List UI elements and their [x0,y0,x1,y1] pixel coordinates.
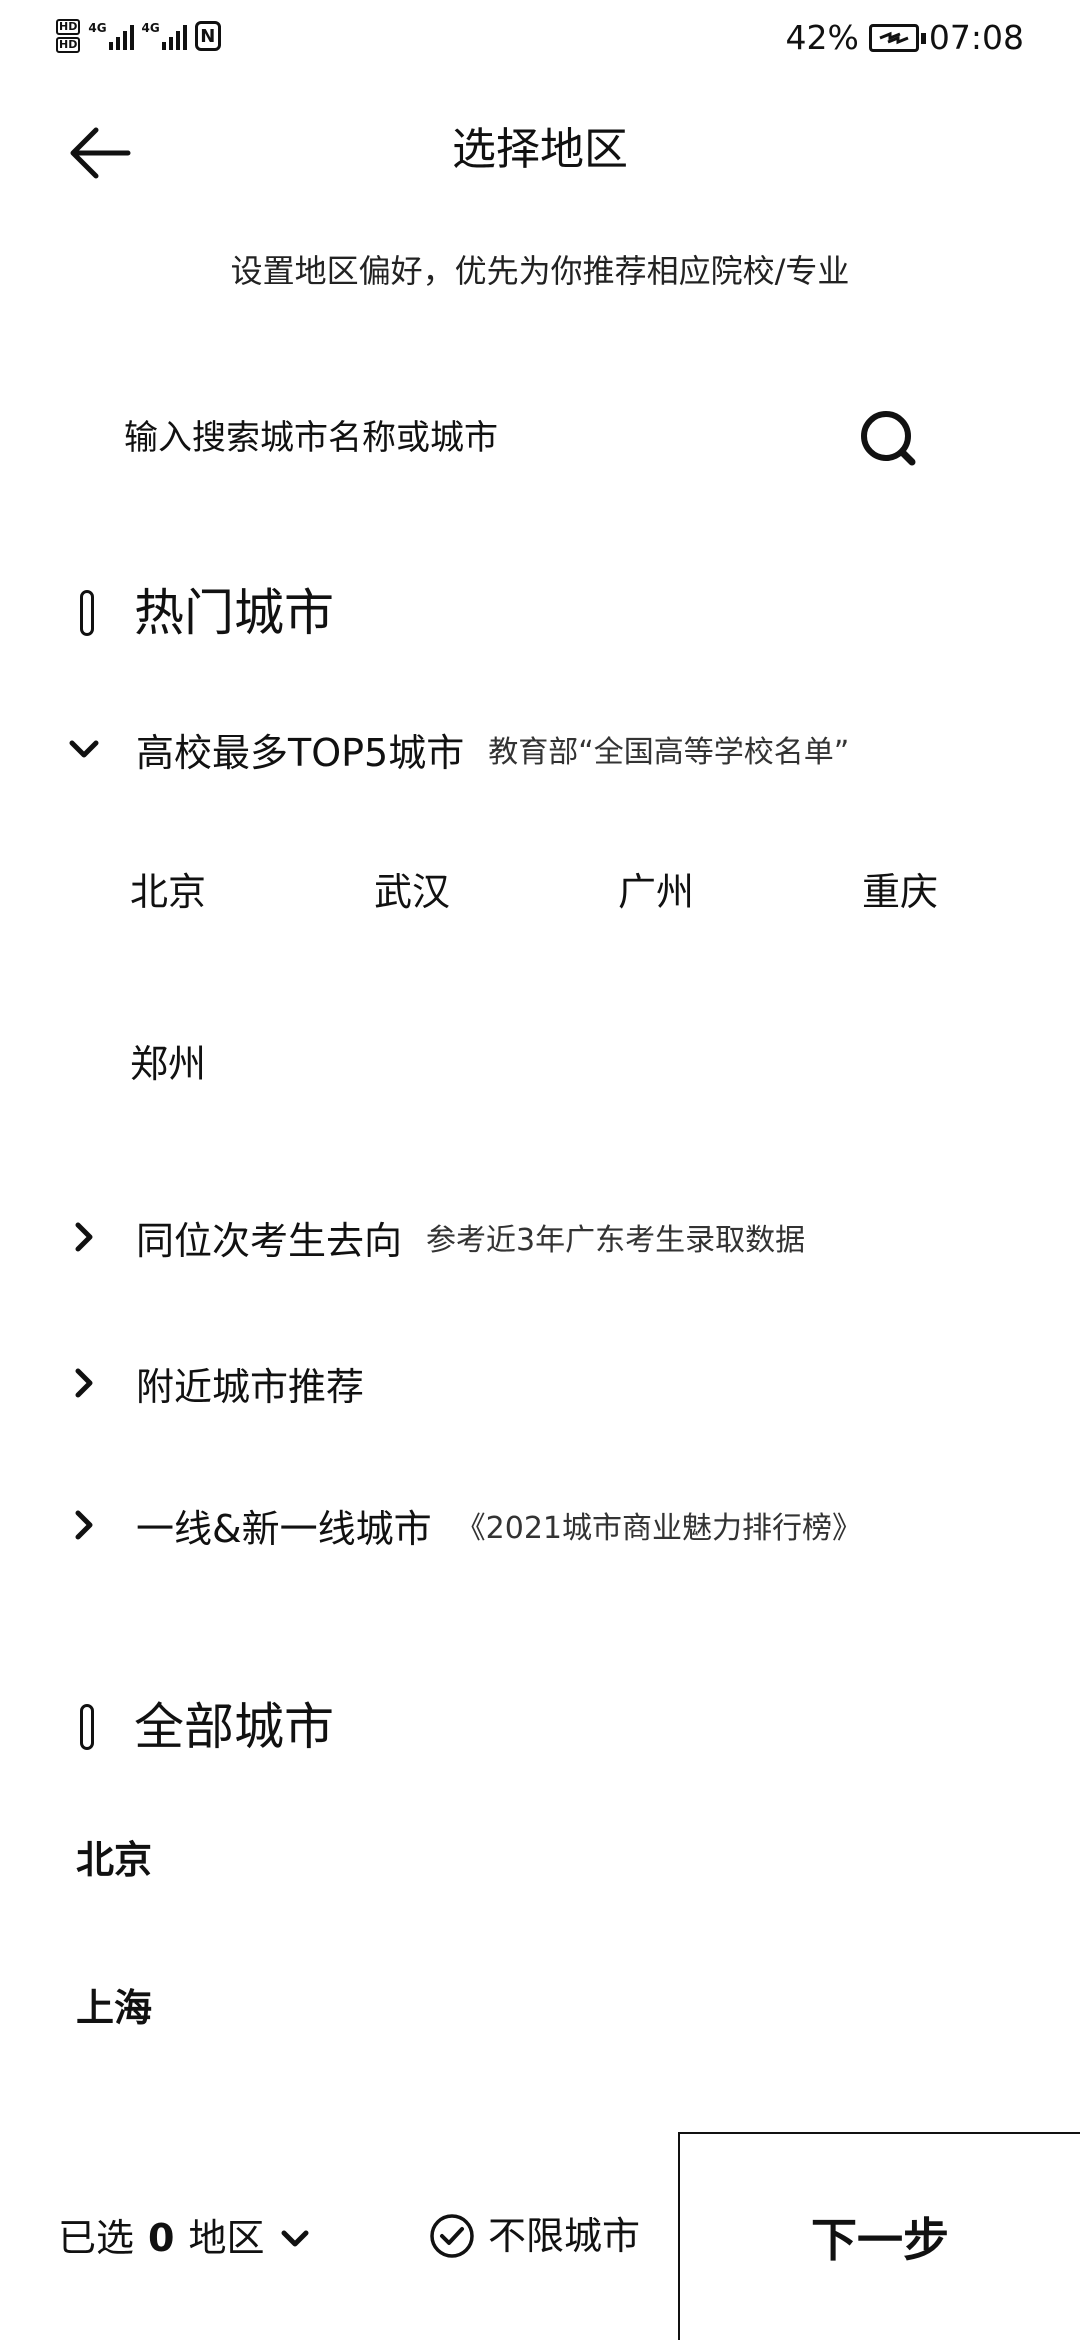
battery-percent: 42% [785,18,859,57]
unlimited-cities-toggle[interactable]: 不限城市 [428,2210,640,2262]
chevron-down-icon [69,740,99,758]
group-same-rank-students[interactable]: 同位次考生去向 参考近3年广东考生录取数据 [66,1202,805,1272]
selected-suffix: 地区 [188,2216,265,2260]
selected-count: 0 [148,2216,175,2260]
city-option[interactable]: 武汉 [374,866,450,918]
group-note: 教育部“全国高等学校名单” [488,735,850,770]
check-circle-icon [430,2214,474,2258]
unlimited-label: 不限城市 [488,2214,641,2258]
group-note: 《2021城市商业魅力排行榜》 [455,1511,862,1546]
chevron-right-icon [75,1510,93,1540]
city-list-item[interactable]: 上海 [76,1982,152,2034]
city-option[interactable]: 郑州 [130,1038,206,1090]
group-note: 参考近3年广东考生录取数据 [426,1223,806,1258]
network-type: 4G [141,21,160,35]
network-type: 4G [88,21,107,35]
hot-cities-title: 热门城市 [134,584,334,642]
section-marker [80,590,94,636]
group-top5-cities[interactable]: 高校最多TOP5城市 教育部“全国高等学校名单” [66,714,849,784]
group-tier-one-cities[interactable]: 一线&新一线城市 《2021城市商业魅力排行榜》 [66,1490,862,1560]
city-list-item[interactable]: 北京 [76,1834,152,1886]
chevron-right-icon [75,1222,93,1252]
group-title: 一线&新一线城市 [136,1506,432,1551]
battery-charging-icon [868,23,926,52]
status-right: 42% 07:08 [786,18,1024,57]
group-nearby-cities[interactable]: 附近城市推荐 [66,1348,364,1418]
hd-badge: HD [56,37,81,53]
status-bar: HD HD 4G 4G N 42% 07:08 [0,0,1080,80]
hd-badges: HD HD [56,19,81,53]
group-title: 同位次考生去向 [136,1218,403,1263]
hd-badge: HD [56,19,81,35]
group-title: 附近城市推荐 [136,1364,365,1409]
section-marker [80,1704,94,1750]
all-cities-title: 全部城市 [134,1698,334,1756]
chevron-right-icon [75,1368,93,1398]
city-option[interactable]: 北京 [130,866,206,918]
search-button[interactable] [852,402,924,474]
page-subtitle: 设置地区偏好，优先为你推荐相应院校/专业 [230,252,850,290]
clock: 07:08 [928,18,1024,57]
city-option[interactable]: 重庆 [862,866,938,918]
next-button[interactable]: 下一步 [678,2132,1080,2340]
nfc-icon: N [194,21,221,51]
signal-icon [161,22,187,50]
city-option[interactable]: 广州 [618,866,694,918]
page-title: 选择地区 [452,124,628,175]
selected-prefix: 已选 [58,2216,135,2260]
search-input[interactable] [122,404,826,472]
status-left-icons: HD HD 4G 4G N [56,14,221,58]
signal-icon [108,22,134,50]
group-title: 高校最多TOP5城市 [136,730,465,775]
search-icon [861,411,916,466]
selected-regions-dropdown[interactable]: 已选 0 地区 [58,2212,312,2264]
chevron-down-icon [281,2230,309,2247]
